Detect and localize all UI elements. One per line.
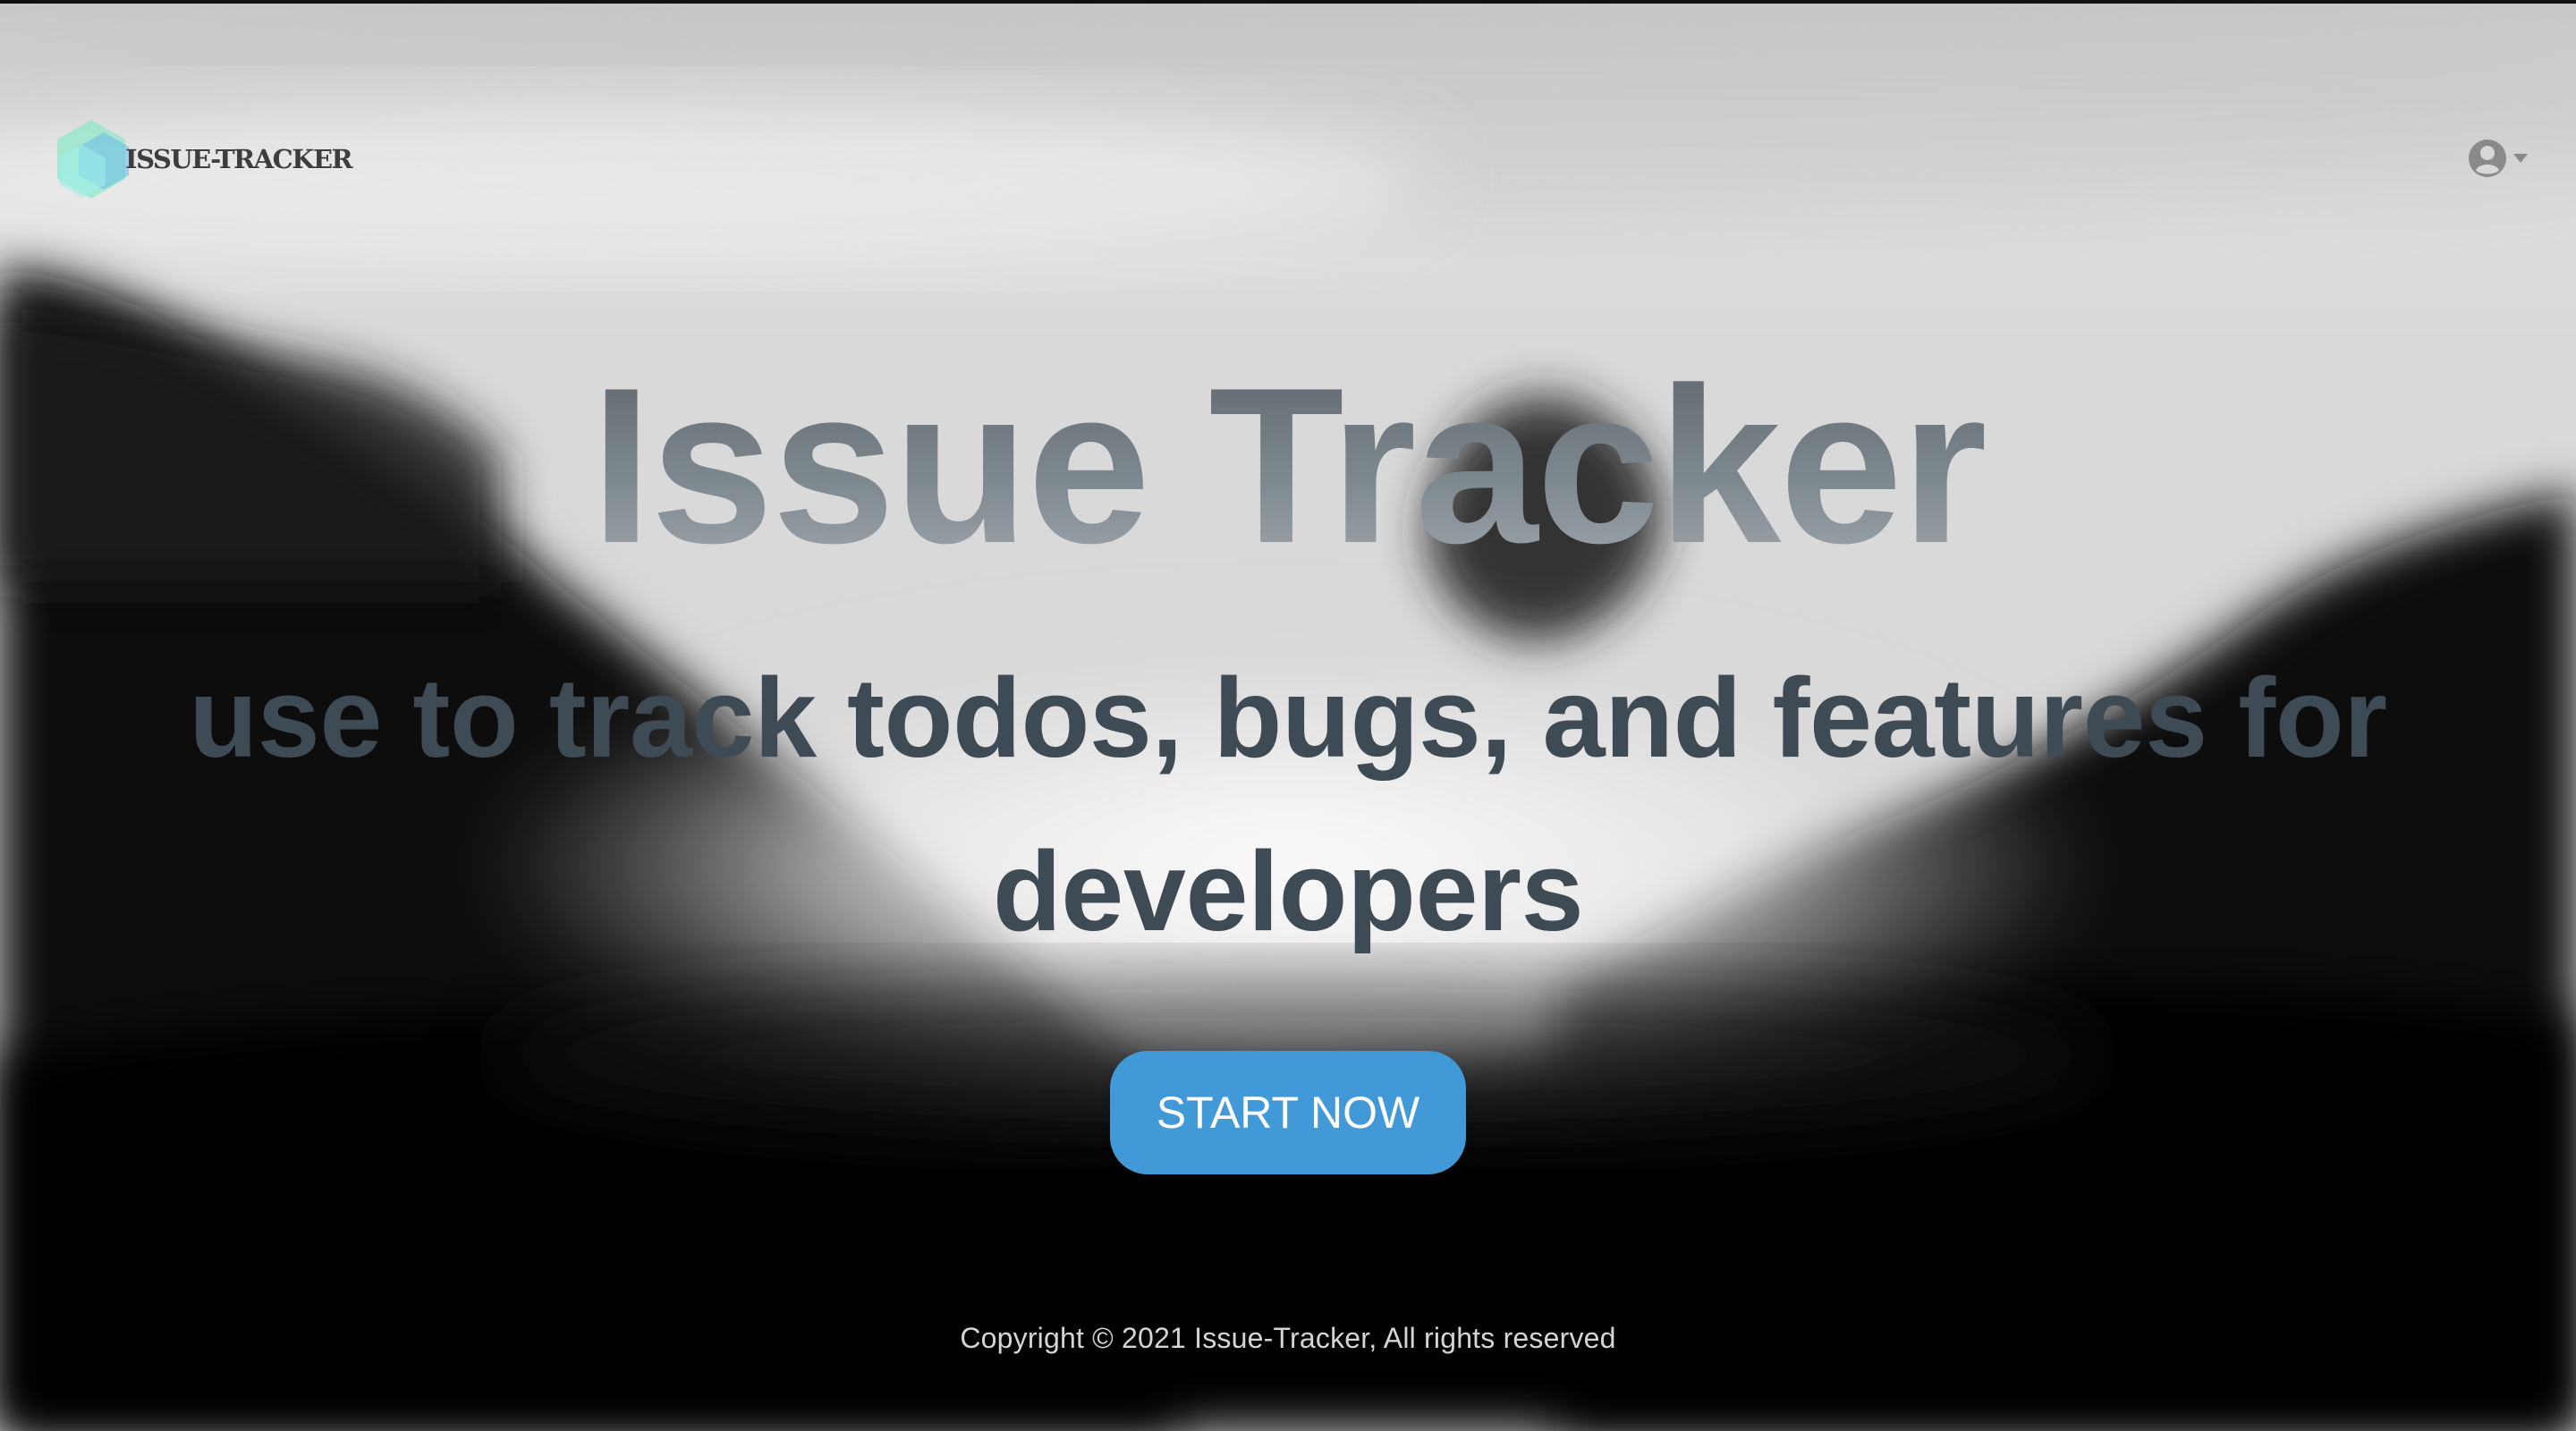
copyright-footer: Copyright © 2021 Issue-Tracker, All righ… (960, 1322, 1616, 1354)
user-menu-dropdown[interactable] (2467, 136, 2535, 181)
landing-page: ISSUE-TRACKER Issue Tracker use to track… (0, 0, 2576, 1431)
hero-title: Issue Tracker (0, 349, 2576, 582)
hero-section: Issue Tracker use to track todos, bugs, … (0, 349, 2576, 978)
brand-name: ISSUE-TRACKER (125, 144, 353, 174)
user-circle-icon (2469, 140, 2506, 177)
brand-logo-link[interactable]: ISSUE-TRACKER (52, 118, 353, 200)
hero-subtitle: use to track todos, bugs, and features f… (189, 655, 2387, 955)
hexagon-logo-icon (57, 120, 129, 199)
start-now-button[interactable]: START NOW (1110, 1051, 1466, 1174)
top-navbar: ISSUE-TRACKER (0, 0, 2576, 268)
chevron-down-icon (2513, 154, 2528, 163)
